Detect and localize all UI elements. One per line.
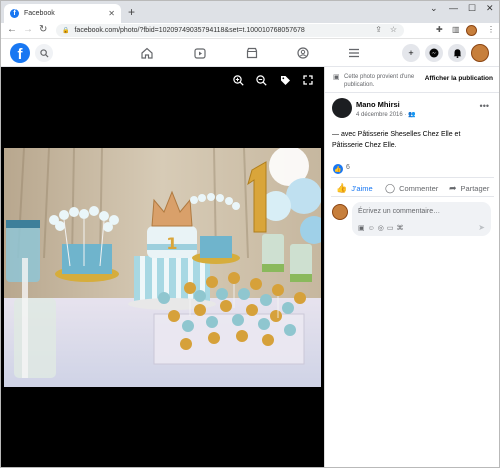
watch-icon[interactable] — [191, 45, 209, 61]
chevron-down-icon[interactable]: ⌄ — [430, 3, 438, 14]
account-avatar[interactable] — [471, 44, 489, 62]
home-icon[interactable] — [138, 45, 156, 61]
like-reaction-icon[interactable]: 👍 — [333, 164, 343, 174]
facebook-favicon-icon: f — [10, 9, 19, 18]
maximize-button[interactable]: ☐ — [468, 3, 476, 14]
divider — [331, 177, 494, 178]
comment-input[interactable]: Écrivez un commentaire… ▣☺◎▭⌘ ➤ — [352, 202, 491, 236]
post-text: — avec Pâtisserie Sheselles Chez Elle et… — [332, 131, 461, 149]
author-name[interactable]: Mano Mhirsi — [356, 100, 400, 109]
like-label: J'aime — [351, 184, 373, 193]
zoom-out-icon[interactable] — [256, 75, 267, 89]
menu-icon[interactable] — [345, 45, 363, 61]
fullscreen-icon[interactable] — [303, 75, 313, 88]
post-details-panel: ▣ Cette photo provient d'une publication… — [324, 67, 499, 467]
back-arrow-icon[interactable]: ← — [7, 24, 17, 35]
share-arrow-icon: ➦ — [449, 183, 457, 193]
party-table-photo: 1 — [4, 148, 321, 387]
url-text: facebook.com/photo/?fbid=102097490357941… — [74, 27, 305, 34]
tab-facebook[interactable]: f Facebook ✕ — [4, 4, 121, 23]
reload-icon[interactable]: ↻ — [39, 24, 47, 35]
search-icon[interactable] — [35, 44, 53, 62]
forward-arrow-icon[interactable]: → — [23, 24, 33, 35]
show-publication-link[interactable]: Afficher la publication — [425, 75, 493, 82]
cake-table-image: 1 — [4, 148, 321, 387]
share-page-icon[interactable]: ⇪ — [375, 25, 382, 34]
tag-icon[interactable] — [280, 75, 291, 89]
url-field[interactable]: 🔒 facebook.com/photo/?fbid=1020974903579… — [56, 24, 404, 37]
avatar-sticker-icon[interactable]: ▣ — [358, 225, 368, 232]
extensions-icon[interactable]: ✚ — [436, 25, 443, 34]
author-avatar[interactable] — [332, 98, 352, 118]
facebook-header: f + — [1, 40, 499, 67]
post-date[interactable]: 4 décembre 2016 · 👥 — [356, 111, 416, 118]
browser-window: f Facebook ✕ + ⌄ — ☐ ✕ ← → ↻ 🔒 facebook.… — [0, 0, 500, 468]
audience-friends-icon: 👥 — [408, 112, 416, 118]
tab-title: Facebook — [24, 10, 55, 17]
close-window-button[interactable]: ✕ — [486, 3, 494, 14]
lock-icon: 🔒 — [62, 28, 70, 34]
messenger-icon[interactable] — [425, 44, 443, 62]
marketplace-icon[interactable] — [243, 45, 261, 61]
share-label: Partager — [460, 184, 490, 193]
divider — [331, 196, 494, 197]
like-count[interactable]: 6 — [346, 164, 350, 171]
comment-tools: ▣☺◎▭⌘ — [358, 224, 407, 232]
comment-bubble-icon: ◯ — [385, 183, 396, 193]
commenter-avatar[interactable] — [332, 204, 348, 220]
sticker-icon[interactable]: ⌘ — [397, 225, 407, 232]
profile-avatar[interactable] — [466, 25, 477, 36]
photo-viewer: 1 — [1, 67, 324, 467]
kebab-menu-icon[interactable]: ⋮ — [487, 25, 495, 34]
svg-text:1: 1 — [166, 234, 177, 253]
comment-placeholder: Écrivez un commentaire… — [358, 208, 441, 215]
notifications-bell-icon[interactable] — [448, 44, 466, 62]
address-bar-row: ← → ↻ 🔒 facebook.com/photo/?fbid=1020974… — [1, 23, 499, 39]
new-tab-button[interactable]: + — [128, 5, 135, 19]
emoji-icon[interactable]: ☺ — [368, 225, 378, 232]
divider — [325, 92, 499, 93]
groups-icon[interactable] — [294, 45, 312, 61]
gif-icon[interactable]: ▭ — [387, 225, 397, 232]
create-icon[interactable]: + — [402, 44, 420, 62]
minimize-button[interactable]: — — [449, 3, 458, 13]
facebook-logo-icon[interactable]: f — [10, 43, 30, 63]
camera-icon[interactable]: ◎ — [378, 225, 387, 232]
share-button[interactable]: ➦ Partager — [449, 183, 489, 194]
send-icon[interactable]: ➤ — [478, 223, 485, 232]
like-button[interactable]: 👍 J'aime — [336, 183, 373, 194]
notice-text: Cette photo provient d'une publication. — [344, 74, 415, 88]
zoom-in-icon[interactable] — [233, 75, 244, 89]
photo-source-notice: ▣ Cette photo provient d'une publication… — [333, 73, 423, 89]
comment-button[interactable]: ◯ Commenter — [385, 183, 438, 194]
info-icon: ▣ — [333, 74, 340, 81]
bookmark-star-icon[interactable]: ☆ — [390, 25, 397, 34]
more-options-icon[interactable]: ••• — [480, 101, 489, 111]
side-panel-icon[interactable]: ▥ — [452, 25, 460, 34]
tab-close-icon[interactable]: ✕ — [108, 9, 115, 18]
tab-strip: f Facebook ✕ + ⌄ — ☐ ✕ — [1, 1, 499, 23]
comment-label: Commenter — [399, 184, 439, 193]
thumbs-up-icon: 👍 — [336, 183, 348, 193]
